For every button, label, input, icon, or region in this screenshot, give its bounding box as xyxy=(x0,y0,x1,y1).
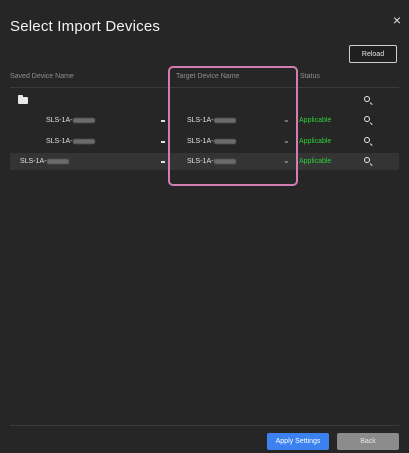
saved-device-name-text: SLS-1A- xyxy=(20,158,47,165)
back-button[interactable]: Back xyxy=(337,433,399,450)
target-device-select[interactable]: SLS-1A- xyxy=(187,117,237,124)
chevron-down-icon[interactable]: ⌄ xyxy=(283,156,290,165)
column-header-status: Status xyxy=(300,73,320,80)
target-device-select[interactable]: SLS-1A- xyxy=(187,138,237,145)
redacted-serial xyxy=(214,138,237,144)
target-device-name-text: SLS-1A- xyxy=(187,158,214,165)
select-import-devices-dialog: Select Import Devices × Reload Saved Dev… xyxy=(0,0,409,453)
saved-device-name-text: SLS-1A- xyxy=(46,138,73,145)
redacted-serial xyxy=(73,138,96,144)
mapping-connector xyxy=(161,141,165,143)
search-icon[interactable] xyxy=(364,137,370,143)
search-icon[interactable] xyxy=(364,116,370,122)
target-device-name-text: SLS-1A- xyxy=(187,117,214,124)
footer-divider xyxy=(10,425,399,426)
folder-icon xyxy=(18,95,28,104)
search-icon[interactable] xyxy=(364,157,370,163)
dialog-title: Select Import Devices xyxy=(10,18,161,35)
header-divider xyxy=(10,87,399,88)
saved-device-name: SLS-1A- xyxy=(46,138,96,145)
close-icon[interactable]: × xyxy=(393,12,401,28)
status-text: Applicable xyxy=(299,158,332,165)
saved-device-name: SLS-1A- xyxy=(20,158,70,165)
apply-settings-button[interactable]: Apply Settings xyxy=(267,433,329,450)
mapping-connector xyxy=(161,120,165,122)
chevron-down-icon[interactable]: ⌄ xyxy=(283,136,290,145)
column-header-target-device-name: Target Device Name xyxy=(176,73,240,80)
redacted-serial xyxy=(73,117,96,123)
mapping-connector xyxy=(161,161,165,163)
saved-device-name: SLS-1A- xyxy=(46,117,96,124)
status-text: Applicable xyxy=(299,117,332,124)
status-text: Applicable xyxy=(299,138,332,145)
search-icon[interactable] xyxy=(364,96,370,102)
chevron-down-icon[interactable]: ⌄ xyxy=(283,115,290,124)
redacted-serial xyxy=(214,117,237,123)
column-header-saved-device-name: Saved Device Name xyxy=(10,73,74,80)
redacted-serial xyxy=(47,158,70,164)
target-device-select[interactable]: SLS-1A- xyxy=(187,158,237,165)
redacted-serial xyxy=(214,158,237,164)
saved-device-name-text: SLS-1A- xyxy=(46,117,73,124)
reload-button[interactable]: Reload xyxy=(349,45,397,63)
target-device-name-text: SLS-1A- xyxy=(187,138,214,145)
